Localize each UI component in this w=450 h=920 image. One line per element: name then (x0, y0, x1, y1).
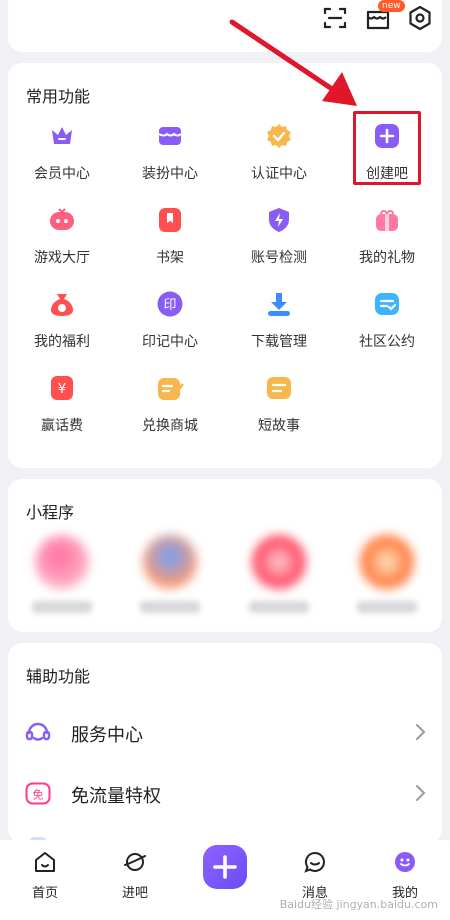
settings-icon[interactable] (406, 4, 434, 32)
assist-functions-title: 辅助功能 (26, 667, 91, 686)
assist-functions-card: 辅助功能 服务中心 免 免流量特权 (8, 643, 442, 843)
chevron-right-icon (414, 783, 426, 803)
nav-home[interactable]: 首页 (10, 850, 80, 910)
grid-item-my-welfare[interactable]: 我的福利 (8, 290, 116, 360)
post-button[interactable] (203, 845, 247, 889)
highlight-box (353, 111, 421, 185)
shop-icon[interactable]: new (364, 0, 405, 32)
grid-item-download-manager[interactable]: 下载管理 (225, 290, 333, 360)
mini-program-icon (360, 535, 414, 589)
grid-label: 下载管理 (251, 334, 307, 350)
grid-item-redeem-mall[interactable]: 兑换商城 (116, 374, 224, 444)
mini-program-name (32, 601, 92, 613)
scan-icon[interactable] (321, 4, 349, 32)
grid-item-my-gifts[interactable]: 我的礼物 (333, 206, 441, 276)
chat-check-icon (373, 290, 401, 318)
grid-label: 认证中心 (251, 166, 307, 182)
svg-text:¥: ¥ (58, 382, 66, 397)
gamepad-icon (48, 206, 76, 234)
mini-program-icon (143, 535, 197, 589)
gift-icon (373, 206, 401, 234)
grid-item-account-check[interactable]: 账号检测 (225, 206, 333, 276)
grid-label: 会员中心 (34, 166, 90, 182)
service-center-label: 服务中心 (71, 725, 143, 746)
grid-label: 兑换商城 (142, 418, 198, 434)
pencil-note-icon (156, 374, 184, 402)
new-badge: new (378, 0, 405, 12)
mini-program-name (249, 601, 309, 613)
grid-label: 游戏大厅 (34, 250, 90, 266)
mini-programs-title: 小程序 (26, 503, 75, 522)
grid-item-bookshelf[interactable]: 书架 (116, 206, 224, 276)
mini-programs-card: 小程序 (8, 479, 442, 632)
plus-icon (213, 855, 237, 879)
svg-text:免: 免 (33, 788, 44, 802)
bookmark-icon (156, 206, 184, 234)
grid-item-game-hall[interactable]: 游戏大厅 (8, 206, 116, 276)
common-functions-card: 常用功能 会员中心 装扮中心 认证中心 创建吧 游戏大厅 书架 账号检测 我的礼… (8, 63, 442, 468)
grid-item-short-stories[interactable]: 短故事 (225, 374, 333, 444)
grid-label: 我的福利 (34, 334, 90, 350)
grid-item-verify-center[interactable]: 认证中心 (225, 122, 333, 192)
message-icon (303, 850, 327, 874)
crown-icon (48, 122, 76, 150)
moneybag-icon (48, 290, 76, 318)
home-icon (33, 850, 57, 874)
nav-explore[interactable]: 进吧 (100, 850, 170, 910)
common-functions-title: 常用功能 (26, 87, 91, 106)
grid-item-community-rules[interactable]: 社区公约 (333, 290, 441, 360)
watermark: Baidu经验 jingyan.baidu.com (279, 898, 438, 911)
mini-program-icon (35, 535, 89, 589)
service-center-row[interactable]: 服务中心 (8, 702, 442, 762)
grid-item-stamp-center[interactable]: 印 印记中心 (116, 290, 224, 360)
free-data-row[interactable]: 免 免流量特权 (8, 763, 442, 823)
yuan-card-icon: ¥ (48, 374, 76, 402)
free-data-icon: 免 (24, 779, 52, 807)
grid-label: 书架 (156, 250, 184, 266)
grid-label: 赢话费 (41, 418, 83, 434)
stamp-icon: 印 (156, 290, 184, 318)
grid-label: 账号检测 (251, 250, 307, 266)
grid-item-dressup-center[interactable]: 装扮中心 (116, 122, 224, 192)
grid-label: 印记中心 (142, 334, 198, 350)
badge-check-icon (265, 122, 293, 150)
headset-icon (24, 718, 52, 746)
shield-bolt-icon (265, 206, 293, 234)
svg-text:印: 印 (163, 298, 176, 313)
free-data-label: 免流量特权 (71, 786, 161, 807)
top-bar: new (0, 0, 450, 36)
nav-label: 进吧 (121, 886, 148, 901)
profile-face-icon (393, 850, 417, 874)
mini-program-name (140, 601, 200, 613)
note-card-icon (265, 374, 293, 402)
mini-program-name (357, 601, 417, 613)
grid-label: 装扮中心 (142, 166, 198, 182)
shop-icon (156, 122, 184, 150)
grid-label: 社区公约 (359, 334, 415, 350)
grid-item-member-center[interactable]: 会员中心 (8, 122, 116, 192)
mini-program-icon (252, 535, 306, 589)
download-icon (265, 290, 293, 318)
chevron-right-icon (414, 722, 426, 742)
grid-label: 短故事 (258, 418, 300, 434)
nav-label: 首页 (31, 886, 58, 901)
planet-icon (123, 850, 147, 874)
grid-label: 我的礼物 (359, 250, 415, 266)
grid-item-win-phone-credit[interactable]: ¥ 赢话费 (8, 374, 116, 444)
